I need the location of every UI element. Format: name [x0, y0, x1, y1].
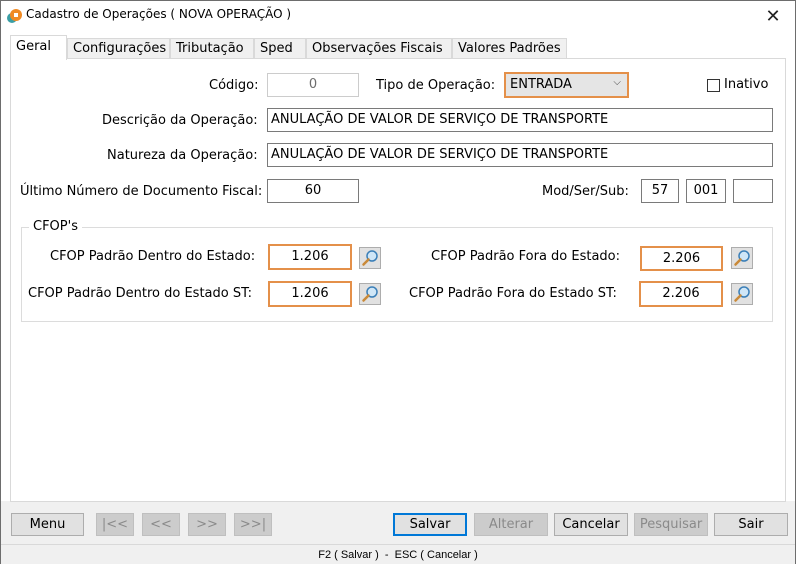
next-record-button[interactable]: >> — [188, 513, 226, 536]
descricao-field[interactable]: ANULAÇÃO DE VALOR DE SERVIÇO DE TRANSPOR… — [267, 108, 773, 132]
magnifier-icon — [362, 286, 378, 302]
codigo-field[interactable]: 0 — [267, 73, 359, 97]
previous-record-button[interactable]: << — [142, 513, 180, 536]
mod-ser-sub-label: Mod/Ser/Sub: — [542, 184, 629, 199]
tab-tributacao[interactable]: Tributação — [170, 38, 254, 59]
shortcut-hint: F2 ( Salvar ) - ESC ( Cancelar ) — [318, 549, 478, 561]
cfop-fora-st-label: CFOP Padrão Fora do Estado ST: — [409, 286, 617, 301]
pesquisar-button[interactable]: Pesquisar — [634, 513, 708, 536]
cfop-dentro-label: CFOP Padrão Dentro do Estado: — [50, 249, 256, 264]
natureza-field[interactable]: ANULAÇÃO DE VALOR DE SERVIÇO DE TRANSPOR… — [267, 143, 773, 167]
cfop-fora-label: CFOP Padrão Fora do Estado: — [431, 249, 621, 264]
codigo-label: Código: — [209, 78, 259, 93]
tab-label: Configurações — [73, 41, 167, 56]
modelo-field[interactable]: 57 — [641, 179, 679, 203]
alterar-button[interactable]: Alterar — [474, 513, 548, 536]
cfop-fora-field[interactable]: 2.206 — [640, 246, 723, 271]
chevron-down-icon: ⌵ — [613, 77, 621, 88]
tab-sped[interactable]: Sped — [254, 38, 306, 59]
cfop-dentro-st-label: CFOP Padrão Dentro do Estado ST: — [28, 286, 252, 301]
tab-label: Observações Fiscais — [312, 41, 443, 56]
ultimo-numero-field[interactable]: 60 — [267, 179, 359, 203]
tab-label: Tributação — [176, 41, 244, 56]
magnifier-icon — [734, 286, 750, 302]
cfop-dentro-search-button[interactable] — [359, 247, 381, 269]
window-title: Cadastro de Operações ( NOVA OPERAÇÃO ) — [26, 7, 292, 21]
tab-label: Sped — [260, 41, 293, 56]
magnifier-icon — [734, 250, 750, 266]
close-icon: ✕ — [765, 5, 781, 27]
tipo-operacao-value: ENTRADA — [510, 77, 572, 92]
last-record-button[interactable]: >>| — [234, 513, 272, 536]
menu-button[interactable]: Menu — [11, 513, 84, 536]
tab-valores-padroes[interactable]: Valores Padrões — [452, 38, 567, 59]
first-record-button[interactable]: |<< — [96, 513, 134, 536]
ultimo-numero-label: Último Número de Documento Fiscal: — [20, 184, 263, 199]
natureza-label: Natureza da Operação: — [107, 148, 258, 163]
cfop-dentro-st-field[interactable]: 1.206 — [268, 281, 352, 307]
subserie-field[interactable] — [733, 179, 773, 203]
cancelar-button[interactable]: Cancelar — [554, 513, 628, 536]
tab-label: Valores Padrões — [458, 41, 561, 56]
cfop-group-title: CFOP's — [29, 219, 82, 234]
cfop-dentro-st-search-button[interactable] — [359, 283, 381, 305]
magnifier-icon — [362, 250, 378, 266]
cfop-fora-st-search-button[interactable] — [731, 283, 753, 305]
cfop-dentro-field[interactable]: 1.206 — [268, 244, 352, 270]
close-button[interactable]: ✕ — [751, 1, 795, 31]
inativo-label: Inativo — [724, 77, 769, 92]
sair-button[interactable]: Sair — [714, 513, 788, 536]
tab-observacoes-fiscais[interactable]: Observações Fiscais — [306, 38, 452, 59]
title-bar: Cadastro de Operações ( NOVA OPERAÇÃO ) … — [1, 1, 795, 31]
tipo-operacao-label: Tipo de Operação: — [376, 78, 496, 93]
tab-configuracoes[interactable]: Configurações — [67, 38, 170, 59]
status-bar: F2 ( Salvar ) - ESC ( Cancelar ) — [1, 544, 795, 564]
serie-field[interactable]: 001 — [686, 179, 726, 203]
salvar-button[interactable]: Salvar — [393, 513, 467, 536]
app-logo-icon — [7, 9, 22, 23]
tab-label: Geral — [16, 39, 51, 54]
descricao-label: Descrição da Operação: — [102, 113, 258, 128]
tipo-operacao-select[interactable]: ENTRADA ⌵ — [504, 72, 629, 98]
inativo-checkbox[interactable] — [707, 79, 720, 92]
dialog-window: Cadastro de Operações ( NOVA OPERAÇÃO ) … — [0, 0, 796, 564]
cfop-groupbox — [21, 227, 773, 322]
cfop-fora-search-button[interactable] — [731, 247, 753, 269]
tab-geral[interactable]: Geral — [10, 35, 67, 60]
cfop-fora-st-field[interactable]: 2.206 — [639, 281, 723, 307]
